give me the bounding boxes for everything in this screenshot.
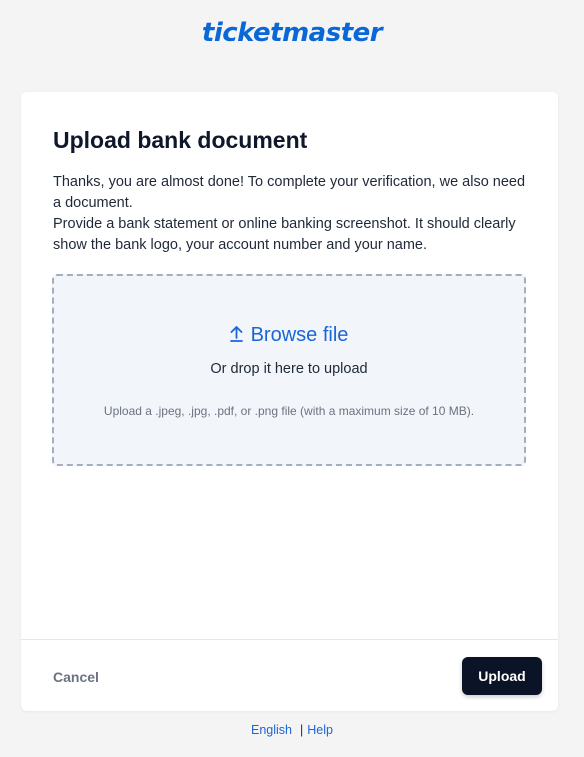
browse-file-link[interactable]: Browse file bbox=[54, 324, 524, 348]
language-link[interactable]: English bbox=[251, 723, 292, 737]
file-type-hint: Upload a .jpeg, .jpg, .pdf, or .png file… bbox=[103, 404, 475, 418]
browse-file-label: Browse file bbox=[250, 324, 349, 346]
file-dropzone[interactable]: Browse file Or drop it here to upload Up… bbox=[52, 274, 526, 466]
upload-button[interactable]: Upload bbox=[462, 657, 542, 695]
ticketmaster-logo: ticketmaster bbox=[201, 18, 383, 48]
drop-instruction: Or drop it here to upload bbox=[210, 361, 368, 377]
page-footer: English | Help bbox=[0, 723, 584, 737]
dialog-title: Upload bank document bbox=[53, 127, 308, 153]
footer-divider bbox=[21, 639, 558, 640]
help-link[interactable]: Help bbox=[307, 723, 333, 737]
cancel-button[interactable]: Cancel bbox=[53, 669, 99, 685]
description-line-1: Thanks, you are almost done! To complete… bbox=[53, 174, 526, 211]
upload-dialog: Upload bank document Thanks, you are alm… bbox=[21, 92, 558, 711]
upload-arrow-icon bbox=[229, 325, 243, 348]
dialog-description: Thanks, you are almost done! To complete… bbox=[53, 172, 533, 256]
footer-separator: | bbox=[300, 723, 304, 737]
description-line-2: Provide a bank statement or online banki… bbox=[53, 216, 516, 253]
